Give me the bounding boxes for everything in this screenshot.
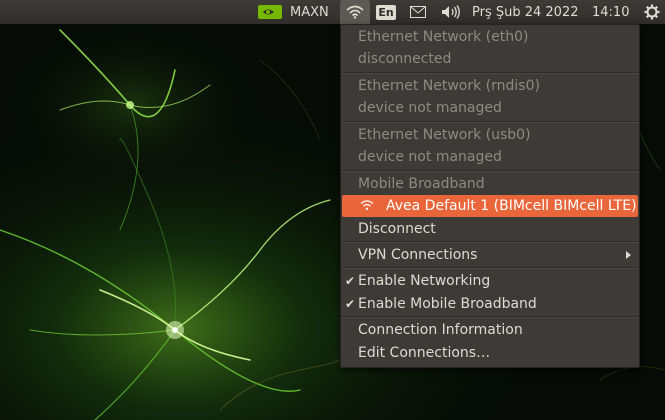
- enable-mobile-broadband-label: Enable Mobile Broadband: [358, 296, 537, 312]
- top-panel: MAXN En Prş Şub 24 2022 14:10: [0, 0, 665, 24]
- separator: [341, 316, 639, 318]
- volume-icon[interactable]: [438, 0, 464, 24]
- enable-networking-label: Enable Networking: [358, 273, 491, 289]
- separator: [341, 170, 639, 172]
- mobile-broadband-title: Mobile Broadband: [358, 176, 485, 192]
- menu-item-disconnect[interactable]: Disconnect: [341, 218, 639, 240]
- menu-item-eth0-title: Ethernet Network (eth0): [341, 26, 639, 48]
- nvidia-icon[interactable]: [255, 0, 285, 24]
- vpn-connections-label: VPN Connections: [358, 247, 478, 263]
- separator: [341, 72, 639, 74]
- menu-item-rndis0-title: Ethernet Network (rndis0): [341, 75, 639, 97]
- power-mode-label[interactable]: MAXN: [290, 0, 332, 24]
- menu-item-active-connection[interactable]: Avea Default 1 (BIMcell BIMcell LTE): [342, 195, 638, 217]
- rndis0-title: Ethernet Network (rndis0): [358, 78, 540, 94]
- menu-item-enable-mobile-broadband[interactable]: ✔ Enable Mobile Broadband: [341, 293, 639, 315]
- eth0-title: Ethernet Network (eth0): [358, 29, 529, 45]
- menu-item-edit-connections[interactable]: Edit Connections…: [341, 342, 639, 364]
- network-menu: Ethernet Network (eth0) disconnected Eth…: [340, 24, 640, 368]
- rndis0-status: device not managed: [358, 100, 502, 116]
- separator: [341, 121, 639, 123]
- language-code: En: [376, 4, 396, 20]
- active-connection-label: Avea Default 1 (BIMcell BIMcell LTE): [386, 198, 637, 214]
- checkmark-icon: ✔: [345, 274, 356, 288]
- menu-item-enable-networking[interactable]: ✔ Enable Networking: [341, 270, 639, 292]
- menu-item-mobile-title: Mobile Broadband: [341, 173, 639, 195]
- menu-item-eth0-status: disconnected: [341, 48, 639, 70]
- separator: [341, 241, 639, 243]
- gear-icon[interactable]: [640, 0, 664, 24]
- separator: [341, 267, 639, 269]
- eth0-status: disconnected: [358, 51, 452, 67]
- menu-item-vpn-connections[interactable]: VPN Connections: [341, 244, 639, 266]
- submenu-arrow-icon: [626, 251, 631, 259]
- clock-time[interactable]: 14:10: [592, 0, 632, 24]
- clock-date[interactable]: Prş Şub 24 2022: [472, 0, 584, 24]
- menu-item-connection-information[interactable]: Connection Information: [341, 319, 639, 341]
- edit-connections-label: Edit Connections…: [358, 345, 491, 361]
- signal-icon: [360, 200, 374, 210]
- usb0-title: Ethernet Network (usb0): [358, 127, 531, 143]
- usb0-status: device not managed: [358, 149, 502, 165]
- menu-item-usb0-status: device not managed: [341, 146, 639, 168]
- mail-icon[interactable]: [406, 0, 430, 24]
- connection-information-label: Connection Information: [358, 322, 523, 338]
- keyboard-language-icon[interactable]: En: [376, 0, 396, 24]
- checkmark-icon: ✔: [345, 297, 356, 311]
- wifi-icon[interactable]: [340, 0, 370, 24]
- menu-item-usb0-title: Ethernet Network (usb0): [341, 124, 639, 146]
- menu-item-rndis0-status: device not managed: [341, 97, 639, 119]
- disconnect-label: Disconnect: [358, 221, 436, 237]
